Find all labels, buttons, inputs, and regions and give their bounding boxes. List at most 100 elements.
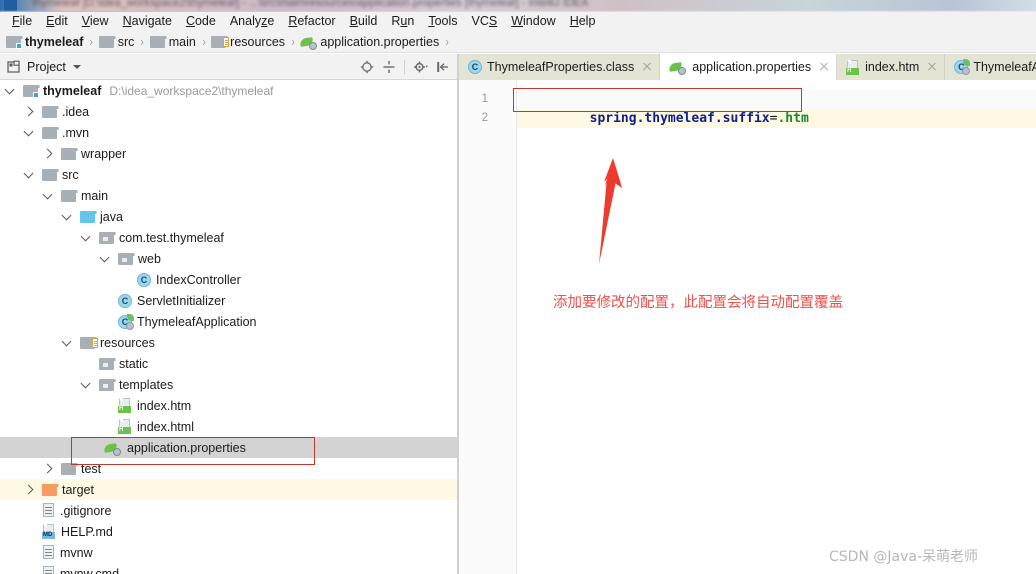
menu-navigate-rest: avigate: [131, 14, 172, 28]
tree-label: target: [62, 482, 94, 497]
menu-code[interactable]: Code: [179, 13, 223, 30]
breadcrumb-label: resources: [230, 34, 286, 49]
chevron-right-icon[interactable]: [23, 105, 36, 118]
tree-label: static: [119, 356, 149, 371]
menu-refactor[interactable]: Refactor: [281, 13, 342, 30]
menu-help[interactable]: Help: [563, 13, 603, 30]
menu-navigate[interactable]: Navigate: [116, 13, 179, 30]
menu-run[interactable]: Run: [384, 13, 421, 30]
project-tree[interactable]: thymeleaf D:\idea_workspace2\thymeleaf .…: [0, 80, 458, 574]
project-path: D:\idea_workspace2\thymeleaf: [109, 83, 274, 98]
tree-label: java: [100, 209, 123, 224]
chevron-right-icon[interactable]: [42, 462, 55, 475]
close-icon[interactable]: [927, 62, 937, 72]
tab-application-properties[interactable]: application.properties: [660, 54, 838, 80]
breadcrumb-item-src[interactable]: src: [98, 35, 134, 49]
tree-row-templates[interactable]: templates: [0, 374, 458, 395]
tree-row-index-html[interactable]: H index.html: [0, 416, 458, 437]
settings-gear-icon[interactable]: [413, 60, 428, 74]
breadcrumb-item-main[interactable]: main: [149, 35, 196, 49]
chevron-down-icon[interactable]: [4, 84, 17, 97]
folder-icon: [42, 168, 59, 181]
package-folder-icon: [99, 231, 116, 244]
tree-row-target[interactable]: target: [0, 479, 458, 500]
tree-row-web[interactable]: web: [0, 248, 458, 269]
menu-analyze[interactable]: Analyze: [223, 13, 281, 30]
menu-window[interactable]: Window: [504, 13, 562, 30]
breadcrumb-separator: ›: [202, 34, 206, 49]
close-icon[interactable]: [819, 62, 829, 72]
ide-window: thymeleaf [D:\idea_workspace2\thymeleaf]…: [0, 0, 1036, 574]
tree-label: resources: [100, 335, 155, 350]
chevron-down-icon[interactable]: [61, 336, 74, 349]
tree-row-mvn[interactable]: .mvn: [0, 122, 458, 143]
breadcrumb-separator: ›: [140, 34, 145, 49]
project-title-group[interactable]: Project: [0, 60, 81, 74]
menu-file[interactable]: File: [5, 13, 39, 30]
tree-row-mvnw[interactable]: mvnw: [0, 542, 458, 563]
red-arrow-annotation: [597, 158, 622, 268]
tree-row-thymeleafapplication[interactable]: C ThymeleafApplication: [0, 311, 458, 332]
menu-edit[interactable]: Edit: [39, 13, 75, 30]
tree-label: src: [62, 167, 79, 182]
breadcrumb: thymeleaf › src › main › resources › app…: [0, 31, 1036, 53]
code-text-area[interactable]: spring.thymeleaf.suffix=.htm: [517, 80, 1036, 574]
tab-index-htm[interactable]: H index.htm: [837, 54, 946, 80]
package-folder-icon: [99, 378, 116, 391]
tree-row-src[interactable]: src: [0, 164, 458, 185]
tree-row-index-htm[interactable]: H index.htm: [0, 395, 458, 416]
tree-row-help-md[interactable]: MD HELP.md: [0, 521, 458, 542]
tab-thymeleafproperties-class[interactable]: C ThymeleafProperties.class: [459, 54, 661, 80]
tree-row-static[interactable]: static: [0, 353, 458, 374]
project-toolbar: [360, 59, 458, 74]
chevron-down-icon[interactable]: [23, 126, 36, 139]
tree-row-mvnw-cmd[interactable]: mvnw.cmd: [0, 563, 458, 574]
module-folder-icon: [6, 35, 23, 49]
menu-view[interactable]: View: [75, 13, 116, 30]
chevron-down-icon[interactable]: [80, 231, 93, 244]
breadcrumb-item-application-properties[interactable]: application.properties: [299, 35, 439, 50]
tree-row-resources[interactable]: resources: [0, 332, 458, 353]
chevron-down-icon[interactable]: [23, 168, 36, 181]
chevron-down-icon[interactable]: [61, 210, 74, 223]
tree-row-thymeleaf[interactable]: thymeleaf D:\idea_workspace2\thymeleaf: [0, 80, 458, 101]
tree-row-gitignore[interactable]: .gitignore: [0, 500, 458, 521]
spring-boot-app-icon: C: [118, 313, 134, 330]
chevron-down-icon[interactable]: [99, 252, 112, 265]
markdown-file-icon: MD: [42, 524, 56, 539]
locate-icon[interactable]: [360, 60, 374, 74]
tree-row-java[interactable]: java: [0, 206, 458, 227]
package-folder-icon: [99, 357, 116, 370]
tree-row-com-test-thymeleaf[interactable]: com.test.thymeleaf: [0, 227, 458, 248]
breadcrumb-item-thymeleaf[interactable]: thymeleaf: [6, 35, 83, 49]
chevron-right-icon[interactable]: [23, 483, 36, 496]
menu-build-rest: uild: [357, 14, 378, 28]
menu-tools[interactable]: Tools: [421, 13, 464, 30]
menu-build[interactable]: Build: [343, 13, 385, 30]
editor-gutter[interactable]: 1 2: [459, 80, 517, 574]
menu-vcs[interactable]: VCS: [465, 13, 505, 30]
code-editor[interactable]: 1 2 spring.thymeleaf.suffix=.htm: [459, 80, 1036, 574]
tree-label: HELP.md: [61, 524, 113, 539]
tab-label: application.properties: [692, 60, 812, 74]
collapse-all-icon[interactable]: [382, 60, 396, 74]
tree-row-main[interactable]: main: [0, 185, 458, 206]
resources-folder-icon: [80, 336, 98, 349]
chevron-down-icon[interactable]: [80, 378, 93, 391]
close-icon[interactable]: [642, 62, 652, 72]
breadcrumb-item-resources[interactable]: resources: [211, 35, 285, 49]
chevron-down-icon[interactable]: [72, 64, 81, 69]
tree-row-indexcontroller[interactable]: C IndexController: [0, 269, 458, 290]
chevron-down-icon[interactable]: [42, 189, 55, 202]
hide-panel-icon[interactable]: [436, 60, 450, 74]
breadcrumb-separator: ›: [89, 34, 94, 49]
annotation-note-text: 添加要修改的配置，此配置会将自动配置覆盖: [553, 295, 843, 311]
tree-row-idea[interactable]: .idea: [0, 101, 458, 122]
watermark: CSDN @Java-呆萌老师: [829, 549, 978, 565]
tab-thymeleafapplication[interactable]: C ThymeleafAp: [945, 54, 1036, 80]
tree-row-servletinitializer[interactable]: C ServletInitializer: [0, 290, 458, 311]
chevron-right-icon[interactable]: [42, 147, 55, 160]
html-file-icon: H: [118, 419, 132, 434]
menu-bar: File Edit View Navigate Code Analyze Ref…: [0, 12, 1036, 31]
tree-row-wrapper[interactable]: wrapper: [0, 143, 458, 164]
